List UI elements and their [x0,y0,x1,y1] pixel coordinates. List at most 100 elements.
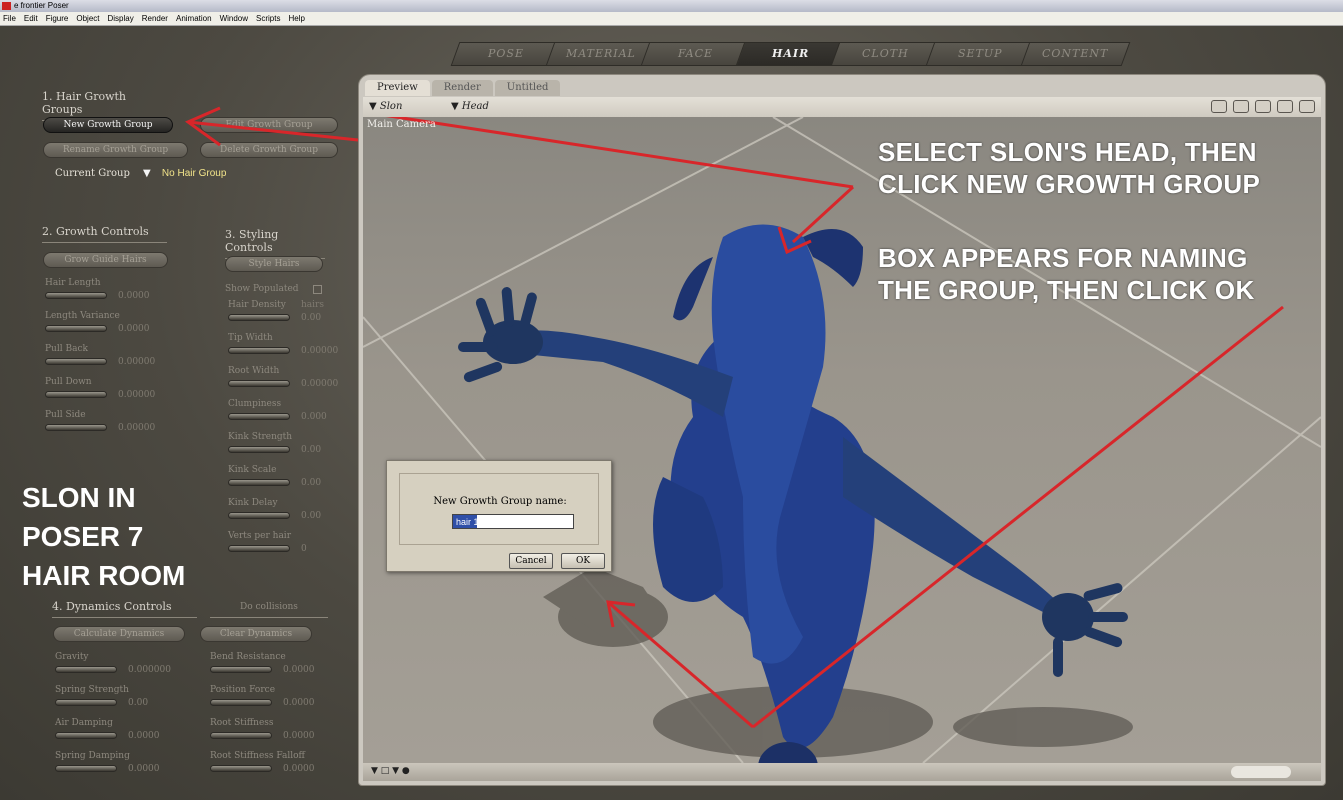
position-force-value[interactable]: 0.0000 [283,698,315,708]
render-settings-icon[interactable] [1211,100,1227,113]
pull-down-value[interactable]: 0.00000 [118,390,155,400]
pull-side-value[interactable]: 0.00000 [118,423,155,433]
cancel-button[interactable]: Cancel [509,553,553,569]
air-damping-value[interactable]: 0.0000 [128,731,160,741]
pull-side-dial[interactable] [45,424,107,431]
pull-back-value[interactable]: 0.00000 [118,357,155,367]
dropdown-triangle-icon: ▼ [143,168,151,179]
light-tool-icon[interactable] [1299,100,1315,113]
tab-untitled[interactable]: Untitled [494,80,561,96]
position-force-dial[interactable] [210,699,272,706]
tip-width-value[interactable]: 0.00000 [301,346,338,356]
lighting-controls[interactable] [1231,766,1291,778]
tab-setup[interactable]: SETUP [925,42,1036,66]
clumpiness-dial[interactable] [228,413,290,420]
root-stiffness-value[interactable]: 0.0000 [283,731,315,741]
menu-file[interactable]: File [3,12,16,25]
menu-render[interactable]: Render [142,12,168,25]
hair-length-dial[interactable] [45,292,107,299]
tip-width-dial[interactable] [228,347,290,354]
new-growth-group-dialog: New Growth Group name: Cancel OK [386,460,612,572]
delete-growth-group-button[interactable]: Delete Growth Group [200,142,338,158]
spring-strength-dial[interactable] [55,699,117,706]
gravity-dial[interactable] [55,666,117,673]
gravity-value[interactable]: 0.000000 [128,665,171,675]
circle-tool-icon[interactable] [1255,100,1271,113]
style-hairs-button[interactable]: Style Hairs [225,256,323,272]
spring-damping-value[interactable]: 0.0000 [128,764,160,774]
pull-back-label: Pull Back [45,344,88,354]
caption-line1: SLON IN [22,482,136,513]
spring-strength-value[interactable]: 0.00 [128,698,148,708]
viewport-tabs: Preview Render Untitled [365,80,561,96]
root-width-value[interactable]: 0.00000 [301,379,338,389]
length-variance-value[interactable]: 0.0000 [118,324,150,334]
tab-content[interactable]: CONTENT [1020,42,1131,66]
verts-per-hair-dial[interactable] [228,545,290,552]
figure-select[interactable]: ▼ Slon [369,97,402,117]
actor-select[interactable]: ▼ Head [451,97,489,117]
grow-guide-hairs-button[interactable]: Grow Guide Hairs [43,252,168,268]
kink-delay-label: Kink Delay [228,498,278,508]
menu-help[interactable]: Help [288,12,304,25]
menu-figure[interactable]: Figure [46,12,69,25]
pull-down-dial[interactable] [45,391,107,398]
group-name-input[interactable] [452,514,574,529]
annotation-step1: SELECT SLON'S HEAD, THEN CLICK NEW GROWT… [878,136,1260,200]
menu-window[interactable]: Window [220,12,248,25]
hair-length-value[interactable]: 0.0000 [118,291,150,301]
menu-scripts[interactable]: Scripts [256,12,280,25]
root-width-dial[interactable] [228,380,290,387]
edit-growth-group-button[interactable]: Edit Growth Group [200,117,338,133]
kink-strength-dial[interactable] [228,446,290,453]
menu-animation[interactable]: Animation [176,12,212,25]
ok-button[interactable]: OK [561,553,605,569]
kink-delay-value[interactable]: 0.00 [301,511,321,521]
tab-cloth[interactable]: CLOTH [830,42,941,66]
menu-object[interactable]: Object [76,12,99,25]
section-styling-controls: 3. Styling Controls [225,228,325,259]
kink-strength-label: Kink Strength [228,432,293,442]
menu-display[interactable]: Display [108,12,134,25]
hair-density-dial[interactable] [228,314,290,321]
3d-scene[interactable]: Main Camera [363,117,1321,763]
length-variance-dial[interactable] [45,325,107,332]
pull-back-dial[interactable] [45,358,107,365]
show-populated-checkbox[interactable] [313,285,322,294]
calculate-dynamics-button[interactable]: Calculate Dynamics [53,626,185,642]
kink-delay-dial[interactable] [228,512,290,519]
clumpiness-value[interactable]: 0.000 [301,412,327,422]
current-group[interactable]: Current Group ▼ No Hair Group [55,168,226,179]
clear-dynamics-button[interactable]: Clear Dynamics [200,626,312,642]
rename-growth-group-button[interactable]: Rename Growth Group [43,142,188,158]
preview-window-icon[interactable] [1233,100,1249,113]
annotation-step2-line1: BOX APPEARS FOR NAMING [878,243,1248,273]
hair-density-value[interactable]: 0.00 [301,313,321,323]
bend-resistance-value[interactable]: 0.0000 [283,665,315,675]
room-tabs: POSE MATERIAL FACE HAIR CLOTH SETUP CONT… [450,42,1131,66]
tab-material[interactable]: MATERIAL [545,42,656,66]
air-damping-dial[interactable] [55,732,117,739]
tab-pose[interactable]: POSE [450,42,561,66]
tab-face[interactable]: FACE [640,42,751,66]
kink-strength-value[interactable]: 0.00 [301,445,321,455]
tab-preview[interactable]: Preview [365,80,430,96]
root-stiffness-label: Root Stiffness [210,718,274,728]
kink-scale-value[interactable]: 0.00 [301,478,321,488]
new-growth-group-button[interactable]: New Growth Group [43,117,173,133]
move-tool-icon[interactable] [1277,100,1293,113]
room-caption: SLON IN POSER 7 HAIR ROOM [22,478,185,595]
spring-damping-dial[interactable] [55,765,117,772]
bend-resistance-dial[interactable] [210,666,272,673]
kink-scale-dial[interactable] [228,479,290,486]
root-stiffness-falloff-dial[interactable] [210,765,272,772]
root-stiffness-dial[interactable] [210,732,272,739]
hair-density-unit: hairs [301,300,324,310]
tab-hair[interactable]: HAIR [735,42,846,66]
root-stiffness-falloff-value[interactable]: 0.0000 [283,764,315,774]
display-style-menu-icon[interactable]: ▼ □ ▼ ● [371,766,410,776]
menu-edit[interactable]: Edit [24,12,38,25]
viewport-toolbar: ▼ Slon ▼ Head [363,97,1321,117]
tab-render[interactable]: Render [431,80,493,96]
verts-per-hair-value[interactable]: 0 [301,544,307,554]
